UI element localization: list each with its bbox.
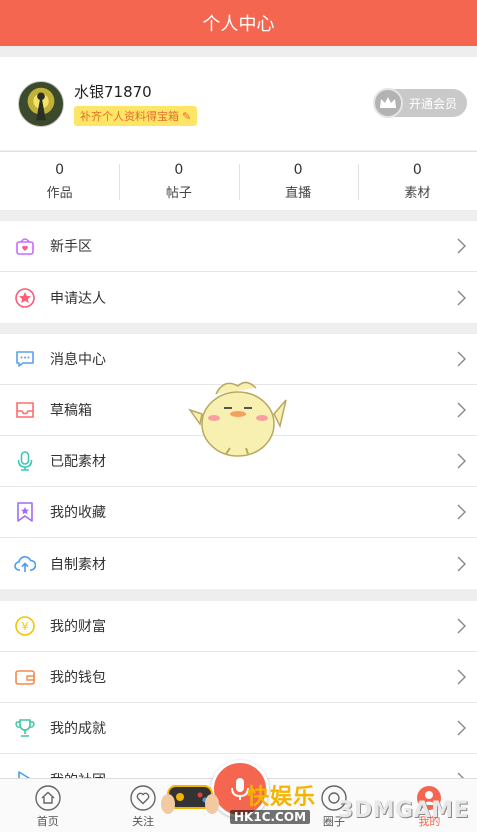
menu-item-label: 已配素材 <box>50 454 106 470</box>
open-vip-button[interactable]: 开通会员 <box>373 88 467 118</box>
stat-label: 素材 <box>404 185 431 201</box>
inbox-icon <box>14 399 36 421</box>
trophy-icon <box>14 717 36 739</box>
profile-promo-badge[interactable]: 补齐个人资料得宝箱 ✎ <box>74 106 198 126</box>
coin-icon: ¥ <box>14 615 36 637</box>
menu-item-label: 申请达人 <box>50 290 106 307</box>
svg-text:¥: ¥ <box>22 620 29 633</box>
chevron-right-icon <box>457 238 466 254</box>
menu-item-label: 消息中心 <box>50 352 106 368</box>
edit-pencil-icon: ✎ <box>182 109 192 123</box>
stat-label: 帖子 <box>165 185 192 201</box>
menu-item-favorites[interactable]: 我的收藏 <box>0 487 477 538</box>
stat-value: 0 <box>412 161 422 178</box>
heart-icon <box>130 785 156 811</box>
bookmark-star-icon <box>14 501 36 523</box>
star-badge-icon <box>14 287 36 309</box>
menu-item-label: 我的钱包 <box>50 670 106 686</box>
tab-label: 关注 <box>132 815 155 828</box>
stat-label: 直播 <box>285 185 312 201</box>
menu-item-self-made-materials[interactable]: 自制素材 <box>0 538 477 589</box>
chevron-right-icon <box>457 290 466 305</box>
watermark-brand: 3DMGAME <box>338 798 469 823</box>
chat-icon <box>14 348 36 370</box>
promo-text: 补齐个人资料得宝箱 <box>80 110 179 123</box>
menu-item-label: 我的财富 <box>50 619 106 635</box>
stat-value: 0 <box>174 161 184 178</box>
watermark-text: 快娱乐 <box>247 785 317 810</box>
chevron-right-icon <box>457 504 466 520</box>
chevron-right-icon <box>457 351 466 367</box>
chevron-right-icon <box>457 556 466 571</box>
username: 水银71870 <box>74 83 152 101</box>
watermark-site: HK1C.COM <box>230 810 311 824</box>
menu-item-label: 我的成就 <box>50 721 106 737</box>
menu-item-achievements[interactable]: 我的成就 <box>0 703 477 754</box>
cloud-upload-icon <box>14 553 36 575</box>
chevron-right-icon <box>457 453 466 469</box>
stat-posts[interactable]: 0 帖子 <box>119 152 238 210</box>
page-header: 个人中心 <box>0 0 477 46</box>
avatar[interactable] <box>18 81 64 127</box>
stats-bar: 0 作品 0 帖子 0 直播 0 素材 <box>0 151 477 210</box>
profile-card[interactable]: 水银71870 补齐个人资料得宝箱 ✎ 开通会员 <box>0 57 477 150</box>
menu-item-apply-talent[interactable]: 申请达人 <box>0 272 477 323</box>
stat-materials[interactable]: 0 素材 <box>357 152 477 210</box>
gamepad-hands-watermark-icon <box>161 785 219 814</box>
menu-item-newbie[interactable]: 新手区 <box>0 221 477 272</box>
chick-mascot-image <box>188 381 287 457</box>
chevron-right-icon <box>457 618 466 634</box>
page-title: 个人中心 <box>202 14 275 35</box>
menu-item-wealth[interactable]: ¥ 我的财富 <box>0 601 477 652</box>
stat-label: 作品 <box>46 185 73 201</box>
stat-works[interactable]: 0 作品 <box>0 152 119 210</box>
gift-heart-icon <box>14 235 36 257</box>
stat-value: 0 <box>293 161 303 178</box>
microphone-icon <box>14 450 36 472</box>
chevron-right-icon <box>457 720 466 736</box>
tab-label: 首页 <box>36 815 59 828</box>
menu-group-1: 新手区 申请达人 <box>0 221 477 323</box>
menu-item-label: 新手区 <box>50 239 92 255</box>
wallet-icon <box>14 666 36 688</box>
menu-group-2: 消息中心 草稿箱 已配素材 我的收藏 自制素材 <box>0 334 477 589</box>
chevron-right-icon <box>457 669 466 685</box>
home-icon <box>35 785 61 811</box>
vip-label: 开通会员 <box>408 96 457 111</box>
menu-item-wallet[interactable]: 我的钱包 <box>0 652 477 703</box>
tab-home[interactable]: 首页 <box>0 779 95 832</box>
menu-item-label: 我的收藏 <box>50 505 106 521</box>
crown-icon <box>373 88 403 118</box>
chevron-right-icon <box>457 402 466 418</box>
menu-item-label: 草稿箱 <box>50 403 92 419</box>
menu-item-label: 自制素材 <box>50 556 106 573</box>
stat-live[interactable]: 0 直播 <box>238 152 358 210</box>
stat-value: 0 <box>55 161 65 178</box>
